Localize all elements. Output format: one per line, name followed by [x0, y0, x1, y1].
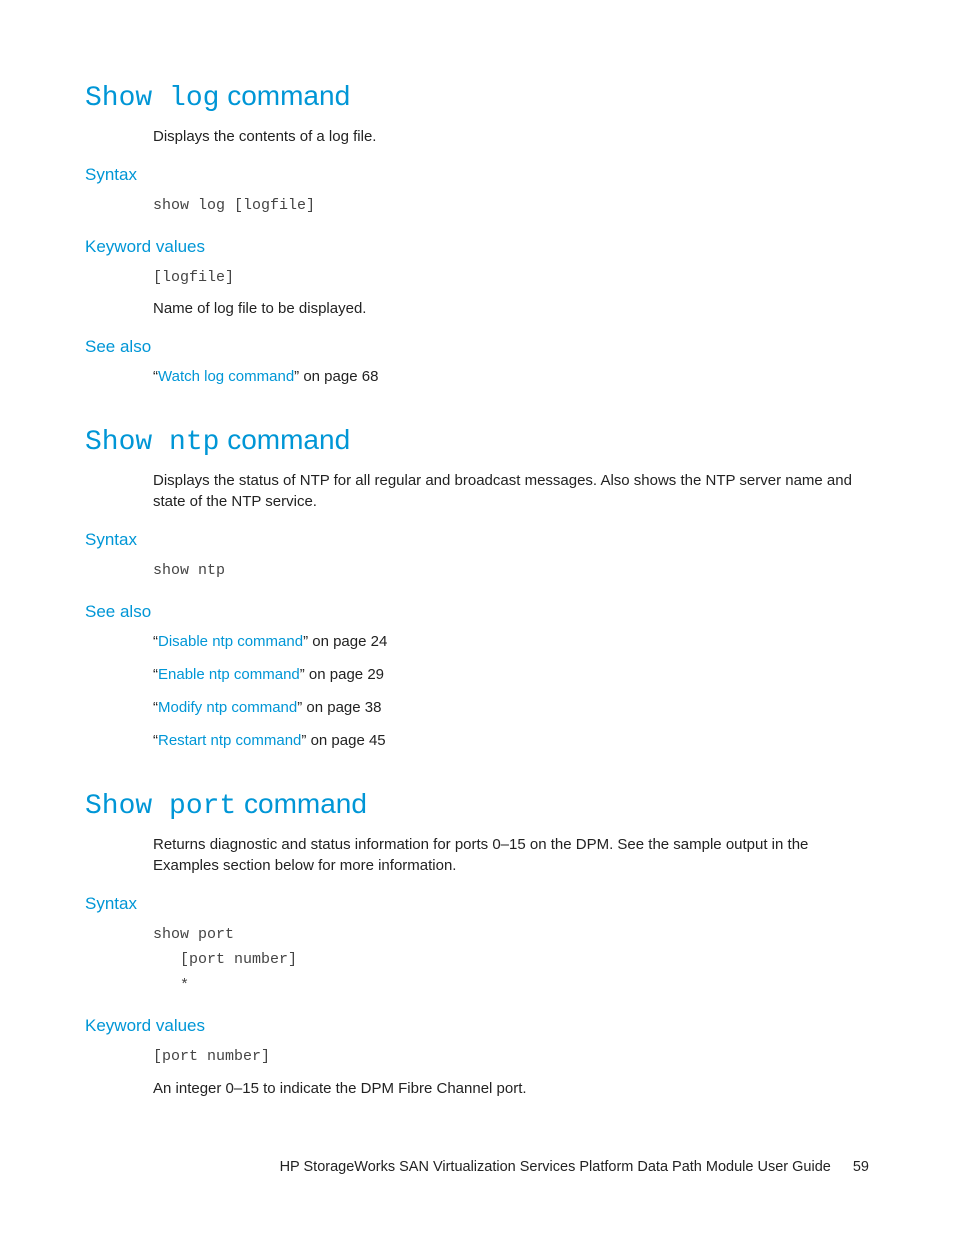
page-number: 59	[853, 1159, 869, 1175]
section-description: Displays the contents of a log file.	[153, 126, 869, 147]
subheading: Keyword values	[85, 1016, 869, 1036]
see-also-line: “Modify ntp command” on page 38	[153, 694, 869, 721]
cross-reference-link[interactable]: Modify ntp command	[158, 699, 297, 716]
heading-command-name: Show port	[85, 791, 236, 822]
cross-reference-link[interactable]: Enable ntp command	[158, 666, 300, 683]
see-also-line: “Disable ntp command” on page 24	[153, 628, 869, 655]
subheading: Syntax	[85, 894, 869, 914]
subheading: See also	[85, 602, 869, 622]
code-block: [logfile]	[153, 265, 869, 291]
heading-command-name: Show log	[85, 83, 219, 114]
link-suffix: ” on page 45	[301, 732, 385, 749]
heading-suffix: command	[236, 788, 367, 819]
code-block: show ntp	[153, 558, 869, 584]
cross-reference-link[interactable]: Restart ntp command	[158, 732, 301, 749]
heading-suffix: command	[219, 424, 350, 455]
code-block: [port number]	[153, 1044, 869, 1070]
link-suffix: ” on page 29	[300, 666, 384, 683]
link-suffix: ” on page 68	[294, 368, 378, 385]
heading-suffix: command	[219, 80, 350, 111]
section-heading: Show ntp command	[85, 424, 869, 458]
section-heading: Show log command	[85, 80, 869, 114]
code-block: show log [logfile]	[153, 193, 869, 219]
subheading: Keyword values	[85, 237, 869, 257]
see-also-line: “Enable ntp command” on page 29	[153, 661, 869, 688]
subheading: Syntax	[85, 530, 869, 550]
heading-command-name: Show ntp	[85, 427, 219, 458]
link-suffix: ” on page 24	[303, 633, 387, 650]
link-suffix: ” on page 38	[297, 699, 381, 716]
cross-reference-link[interactable]: Disable ntp command	[158, 633, 303, 650]
see-also-line: “Restart ntp command” on page 45	[153, 727, 869, 754]
page-footer: HP StorageWorks SAN Virtualization Servi…	[280, 1159, 869, 1175]
code-block: show port [port number] *	[153, 922, 869, 999]
cross-reference-link[interactable]: Watch log command	[158, 368, 294, 385]
section-description: Displays the status of NTP for all regul…	[153, 470, 869, 512]
body-text: An integer 0–15 to indicate the DPM Fibr…	[153, 1078, 869, 1099]
section-heading: Show port command	[85, 788, 869, 822]
section-description: Returns diagnostic and status informatio…	[153, 834, 869, 876]
subheading: Syntax	[85, 165, 869, 185]
footer-title: HP StorageWorks SAN Virtualization Servi…	[280, 1159, 831, 1175]
subheading: See also	[85, 337, 869, 357]
see-also-line: “Watch log command” on page 68	[153, 363, 869, 390]
body-text: Name of log file to be displayed.	[153, 298, 869, 319]
